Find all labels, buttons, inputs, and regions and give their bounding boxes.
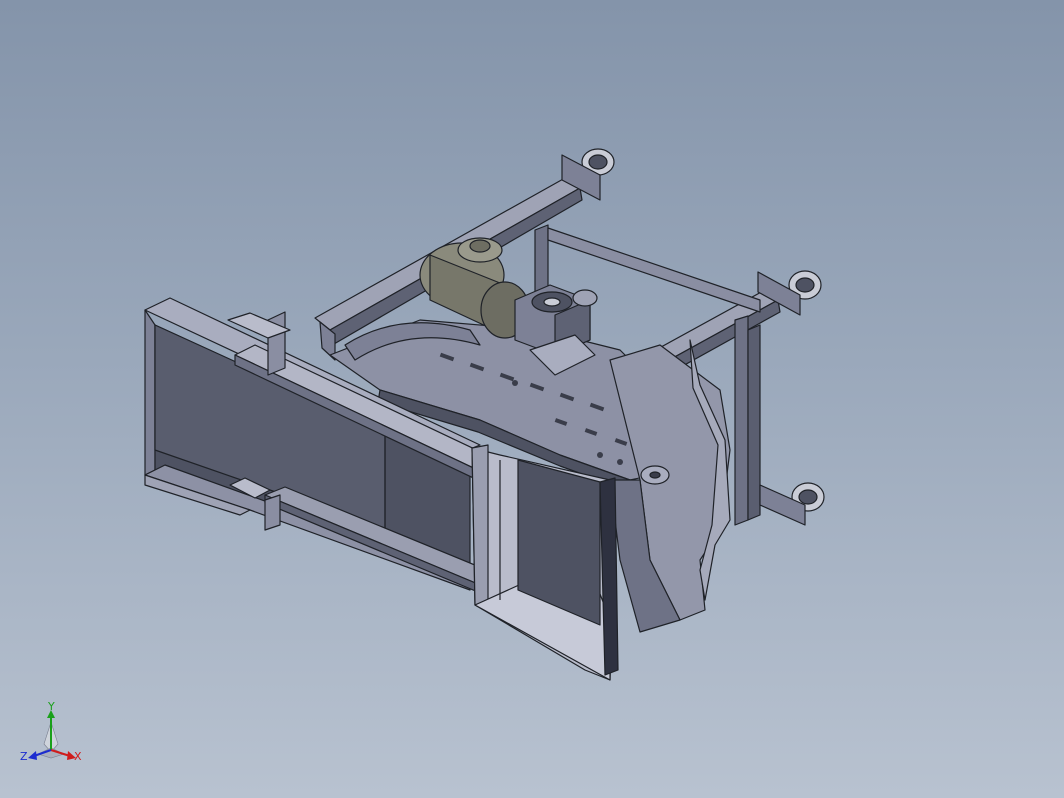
view-triad[interactable]: Y X Z	[18, 702, 88, 772]
caster-wheel-bottom	[759, 482, 825, 526]
discharge-chute	[609, 339, 731, 633]
conveyor-assembly-model[interactable]	[144, 148, 825, 681]
feed-hopper	[471, 444, 619, 681]
y-axis-label: Y	[47, 702, 55, 713]
3d-model-view[interactable]	[0, 0, 1064, 798]
x-axis-label: X	[74, 750, 82, 763]
graphics-viewport[interactable]: Y X Z	[0, 0, 1064, 798]
bearing-block	[640, 465, 670, 485]
z-axis-label: Z	[20, 750, 28, 763]
